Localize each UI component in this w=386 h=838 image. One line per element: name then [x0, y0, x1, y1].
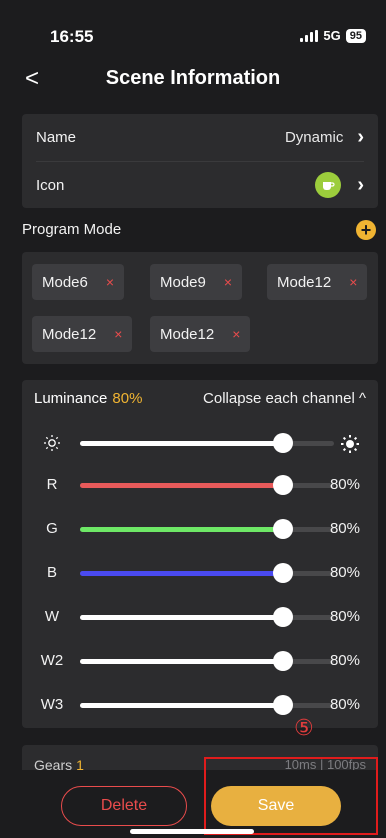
program-mode-title: Program Mode [22, 221, 122, 238]
mode-chip-label: Mode12 [42, 325, 97, 343]
channel-label: G [46, 520, 58, 537]
channel-row-g: G 80% [22, 514, 378, 544]
remove-icon[interactable]: × [349, 274, 357, 290]
mode-chip[interactable]: Mode9 × [150, 264, 243, 300]
battery-icon: 95 [345, 28, 366, 43]
channel-slider[interactable] [80, 695, 334, 715]
name-value: Dynamic [284, 128, 344, 146]
remove-icon[interactable]: × [114, 326, 122, 342]
channel-value: 80% [329, 520, 360, 537]
coffee-cup-icon [315, 172, 342, 198]
annotation-marker: ⑤ [294, 715, 314, 740]
slider-fill [80, 659, 283, 664]
signal-icon [300, 29, 319, 42]
slider-fill [80, 615, 283, 620]
mode-chip-label: Mode9 [160, 273, 206, 291]
status-indicators: 5G 95 [300, 28, 366, 43]
channel-label: W3 [40, 696, 64, 713]
remove-icon[interactable]: × [106, 274, 114, 290]
add-mode-button[interactable]: + [356, 220, 376, 240]
master-slider[interactable] [80, 433, 334, 453]
slider-thumb[interactable] [273, 651, 293, 671]
chevron-right-icon: › [357, 173, 364, 196]
channel-row-w: W 80% [22, 602, 378, 632]
slider-thumb[interactable] [273, 607, 293, 627]
channel-slider[interactable] [80, 475, 334, 495]
luminance-label: Luminance [34, 390, 108, 407]
mode-chip[interactable]: Mode12 × [32, 316, 133, 352]
slider-thumb[interactable] [273, 519, 293, 539]
luminance-header: Luminance 80% Collapse each channel ^ [34, 390, 366, 407]
scene-info-card: Name Dynamic › Icon › [22, 114, 378, 208]
channel-label: B [46, 564, 57, 581]
channel-value: 80% [329, 476, 360, 493]
channel-label: W [44, 608, 60, 625]
home-indicator [130, 829, 254, 834]
name-row[interactable]: Name Dynamic › [22, 114, 378, 160]
channel-row-w3: W3 80% [22, 690, 378, 720]
channel-value: 80% [329, 696, 360, 713]
bright-sun-icon [340, 434, 360, 458]
luminance-percent: 80% [112, 390, 143, 407]
mode-chip-label: Mode6 [42, 273, 88, 291]
network-type: 5G [323, 28, 341, 43]
channel-slider[interactable] [80, 563, 334, 583]
channel-row-b: B 80% [22, 558, 378, 588]
channel-slider[interactable] [80, 651, 334, 671]
mode-chip[interactable]: Mode6 × [32, 264, 125, 300]
channel-slider[interactable] [80, 519, 334, 539]
slider-fill [80, 703, 283, 708]
program-mode-card: Mode6 × Mode9 × Mode12 × Mode12 × Mode12… [22, 252, 378, 364]
channel-label: W2 [40, 652, 64, 669]
dim-sun-icon [40, 434, 64, 456]
slider-fill [80, 441, 283, 446]
channel-row-w2: W2 80% [22, 646, 378, 676]
name-label: Name [36, 128, 77, 146]
channel-value: 80% [329, 652, 360, 669]
slider-fill [80, 483, 283, 488]
luminance-card: Luminance 80% Collapse each channel ^ R … [22, 380, 378, 728]
status-time: 16:55 [50, 27, 94, 46]
chevron-right-icon: › [357, 125, 364, 148]
nav-bar: < Scene Information [0, 60, 386, 100]
channel-row-r: R 80% [22, 470, 378, 500]
mode-chip[interactable]: Mode12 × [150, 316, 251, 352]
slider-thumb[interactable] [273, 563, 293, 583]
channel-label: R [46, 476, 58, 493]
page-title: Scene Information [105, 67, 281, 89]
remove-icon[interactable]: × [232, 326, 240, 342]
highlight-box [204, 757, 378, 835]
channel-slider[interactable] [80, 607, 334, 627]
icon-label: Icon [36, 176, 65, 194]
icon-row[interactable]: Icon › [22, 162, 378, 208]
channel-value: 80% [329, 608, 360, 625]
channel-value: 80% [329, 564, 360, 581]
mode-chip[interactable]: Mode12 × [267, 264, 368, 300]
collapse-channels-toggle[interactable]: Collapse each channel ^ [203, 390, 366, 407]
slider-thumb[interactable] [273, 433, 293, 453]
slider-fill [80, 571, 283, 576]
slider-thumb[interactable] [273, 695, 293, 715]
remove-icon[interactable]: × [224, 274, 232, 290]
slider-fill [80, 527, 283, 532]
mode-chip-label: Mode12 [277, 273, 332, 291]
master-slider-row [22, 428, 378, 458]
slider-thumb[interactable] [273, 475, 293, 495]
mode-chip-label: Mode12 [160, 325, 215, 343]
delete-button[interactable]: Delete [61, 786, 187, 826]
